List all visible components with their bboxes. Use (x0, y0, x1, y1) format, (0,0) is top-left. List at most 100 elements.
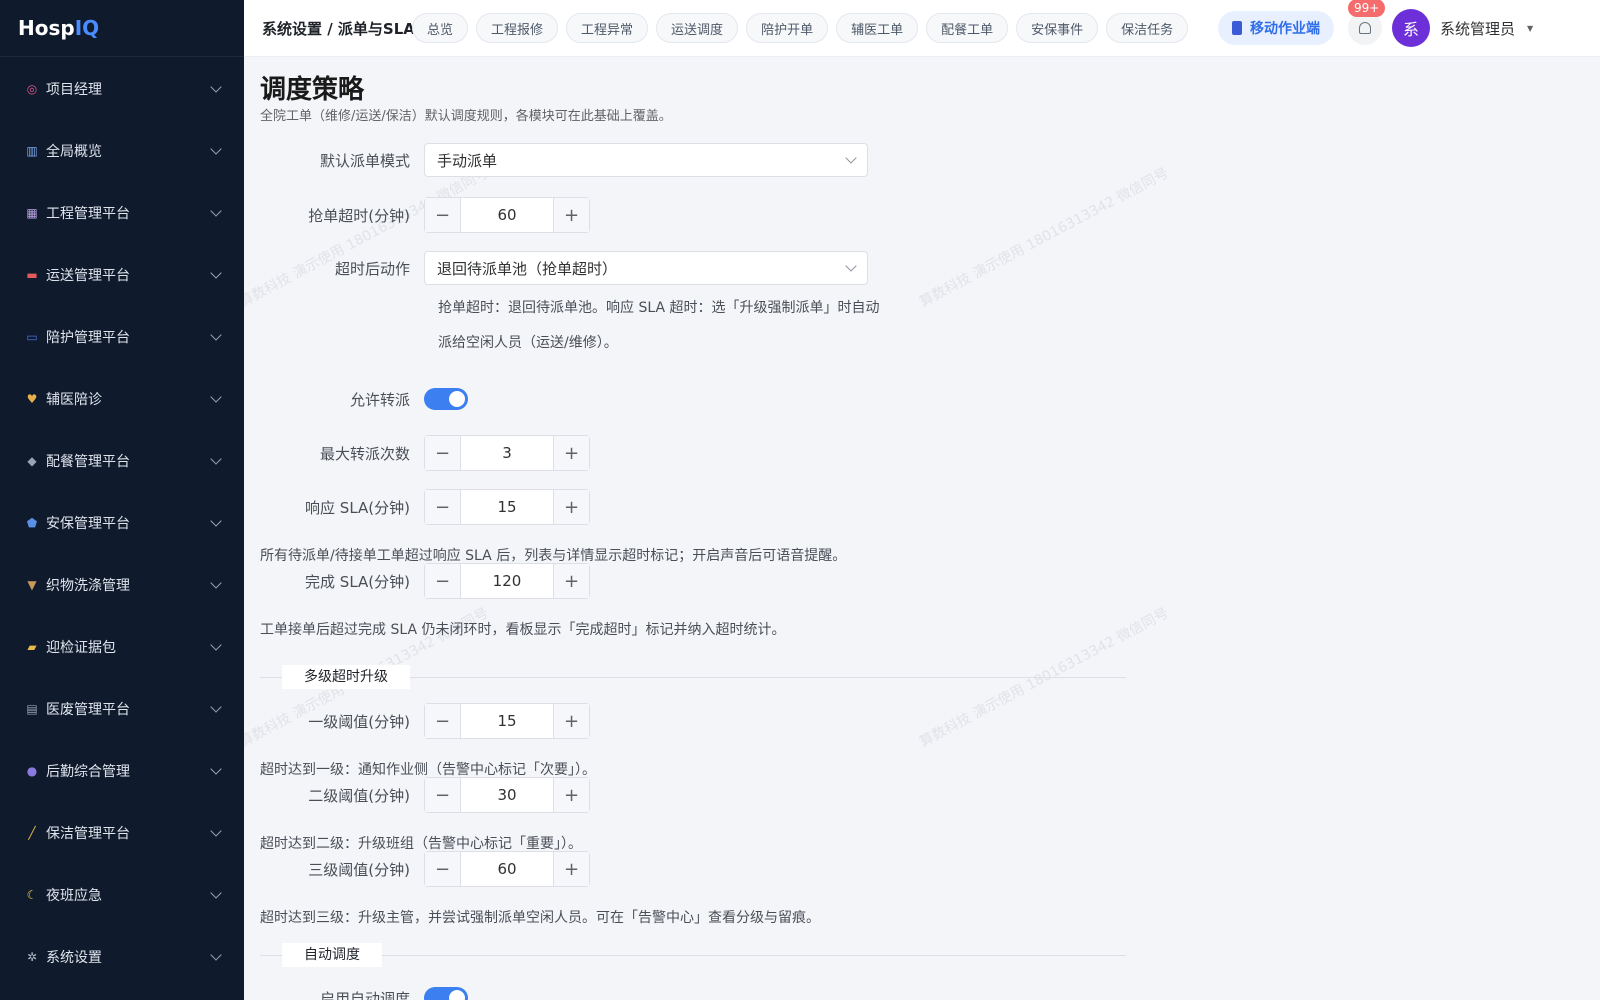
level2-stepper: − 30 + (424, 777, 590, 813)
people-icon: ● (26, 764, 38, 778)
page-description: 全院工单（维修/运送/保洁）默认调度规则，各模块可在此基础上覆盖。 (260, 109, 672, 124)
sidebar-item[interactable]: ● 后勤综合管理 (0, 740, 244, 802)
timeout-action-select[interactable]: 退回待派单池（抢单超时） (424, 251, 868, 285)
decrement-button[interactable]: − (425, 490, 461, 524)
module-tab[interactable]: 辅医工单 (836, 13, 919, 43)
level3-input[interactable]: 60 (461, 852, 553, 886)
default-mode-select[interactable]: 手动派单 (424, 143, 868, 177)
sidebar-item[interactable]: ◎ 项目经理 (0, 58, 244, 120)
sidebar-item[interactable]: ◆ 配餐管理平台 (0, 430, 244, 492)
chevron-down-icon (210, 329, 222, 341)
decrement-button[interactable]: − (425, 198, 461, 232)
sidebar-item[interactable]: ⬟ 安保管理平台 (0, 492, 244, 554)
increment-button[interactable]: + (553, 198, 589, 232)
sidebar-item-label: 保洁管理平台 (46, 826, 130, 842)
sidebar-item-label: 迎检证据包 (46, 640, 116, 656)
sidebar-item[interactable]: ▤ 医废管理平台 (0, 678, 244, 740)
module-tab[interactable]: 保洁任务 (1106, 13, 1189, 43)
sidebar-item-label: 安保管理平台 (46, 516, 130, 532)
mobile-workstation-button[interactable]: 移动作业端 (1218, 11, 1334, 45)
level3-note: 超时达到三级：升级主管，并尝试强制派单空闲人员。可在「告警中心」查看分级与留痕。 (260, 910, 820, 926)
chevron-down-icon (210, 453, 222, 465)
sidebar-item-label: 配餐管理平台 (46, 454, 130, 470)
complete-sla-label: 完成 SLA(分钟) (305, 572, 410, 591)
grab-timeout-input[interactable]: 60 (461, 198, 553, 232)
module-tab[interactable]: 总览 (412, 13, 469, 43)
page-title: 调度策略 (260, 75, 365, 105)
increment-button[interactable]: + (553, 778, 589, 812)
increment-button[interactable]: + (553, 852, 589, 886)
sidebar-item-label: 织物洗涤管理 (46, 578, 130, 594)
user-menu-caret-icon[interactable]: ▼ (1527, 24, 1533, 33)
decrement-button[interactable]: − (425, 852, 461, 886)
allow-transfer-toggle[interactable] (424, 388, 468, 410)
sidebar-item[interactable]: ▦ 工程管理平台 (0, 182, 244, 244)
module-tab[interactable]: 陪护开单 (746, 13, 829, 43)
response-sla-label: 响应 SLA(分钟) (305, 498, 410, 517)
sidebar-item-label: 后勤综合管理 (46, 764, 130, 780)
mobile-button-label: 移动作业端 (1250, 21, 1320, 37)
notification-button[interactable]: 99+ (1348, 0, 1386, 45)
module-tab[interactable]: 安保事件 (1016, 13, 1099, 43)
level2-input[interactable]: 30 (461, 778, 553, 812)
escalation-section-divider: 多级超时升级 (260, 665, 1126, 689)
sidebar-item[interactable]: ▰ 迎检证据包 (0, 616, 244, 678)
decrement-button[interactable]: − (425, 436, 461, 470)
module-tab[interactable]: 运送调度 (656, 13, 739, 43)
increment-button[interactable]: + (553, 564, 589, 598)
timeout-action-note: 抢单超时：退回待派单池。响应 SLA 超时：选「升级强制派单」时自动派给空闲人员… (438, 300, 880, 351)
auto-enable-toggle[interactable] (424, 987, 468, 1000)
username[interactable]: 系统管理员 (1440, 18, 1515, 39)
target-icon: ◎ (26, 82, 38, 96)
complete-sla-note: 工单接单后超过完成 SLA 仍未闭环时，看板显示「完成超时」标记并纳入超时统计。 (260, 622, 786, 638)
heart-icon: ♥ (26, 392, 38, 406)
level1-stepper: − 15 + (424, 703, 590, 739)
level1-note: 超时达到一级：通知作业侧（告警中心标记「次要」）。 (260, 762, 596, 778)
chevron-down-icon (210, 763, 222, 775)
app-logo[interactable]: Hosp IQ (0, 0, 244, 57)
sidebar-item[interactable]: ☾ 夜班应急 (0, 864, 244, 926)
response-sla-row: 响应 SLA(分钟) − 15 + (244, 489, 590, 525)
module-tab[interactable]: 配餐工单 (926, 13, 1009, 43)
level1-row: 一级阈值(分钟) − 15 + (244, 703, 590, 739)
avatar[interactable]: 系 (1392, 9, 1430, 47)
module-tab[interactable]: 工程报修 (476, 13, 559, 43)
level3-stepper: − 60 + (424, 851, 590, 887)
decrement-button[interactable]: − (425, 778, 461, 812)
sidebar-item[interactable]: ╱ 保洁管理平台 (0, 802, 244, 864)
response-sla-note: 所有待派单/待接单工单超过响应 SLA 后，列表与详情显示超时标记；开启声音后可… (260, 548, 847, 564)
increment-button[interactable]: + (553, 490, 589, 524)
response-sla-input[interactable]: 15 (461, 490, 553, 524)
sidebar-item[interactable]: ♥ 辅医陪诊 (0, 368, 244, 430)
sidebar-item[interactable]: ▬ 运送管理平台 (0, 244, 244, 306)
bin-icon: ▤ (26, 702, 38, 716)
default-mode-value: 手动派单 (437, 151, 498, 170)
decrement-button[interactable]: − (425, 564, 461, 598)
toggle-knob (449, 391, 465, 407)
shield-icon: ⬟ (26, 516, 38, 530)
allow-transfer-label: 允许转派 (349, 390, 410, 409)
sidebar-item[interactable]: ▭ 陪护管理平台 (0, 306, 244, 368)
timeout-action-row: 超时后动作 退回待派单池（抢单超时） (244, 251, 868, 285)
toggle-knob (449, 990, 465, 1000)
module-tab[interactable]: 工程异常 (566, 13, 649, 43)
decrement-button[interactable]: − (425, 704, 461, 738)
level1-input[interactable]: 15 (461, 704, 553, 738)
sidebar-item-label: 运送管理平台 (46, 268, 130, 284)
increment-button[interactable]: + (553, 704, 589, 738)
complete-sla-input[interactable]: 120 (461, 564, 553, 598)
main-content: 算数科技 演示使用 18016313342 微信同号 算数科技 演示使用 180… (244, 57, 1600, 1000)
sidebar-item[interactable]: ✲ 系统设置 (0, 926, 244, 988)
chevron-down-icon (210, 577, 222, 589)
increment-button[interactable]: + (553, 436, 589, 470)
chevron-down-icon (210, 701, 222, 713)
sidebar-item[interactable]: ▥ 全局概览 (0, 120, 244, 182)
chevron-down-icon (210, 205, 222, 217)
sidebar-item[interactable]: ▼ 织物洗涤管理 (0, 554, 244, 616)
max-transfer-input[interactable]: 3 (461, 436, 553, 470)
sidebar-menu: ◎ 项目经理 ▥ 全局概览 ▦ 工程管理平台 ▬ 运送管理平台 ▭ 陪护管理平台 ♥ 辅医陪诊 ◆ 配餐管… (0, 58, 244, 988)
breadcrumb: 系统设置 / 派单与SLA (262, 19, 415, 38)
phone-icon (1232, 21, 1242, 35)
bell-icon (1359, 22, 1371, 34)
logo-accent-text: IQ (74, 16, 100, 40)
